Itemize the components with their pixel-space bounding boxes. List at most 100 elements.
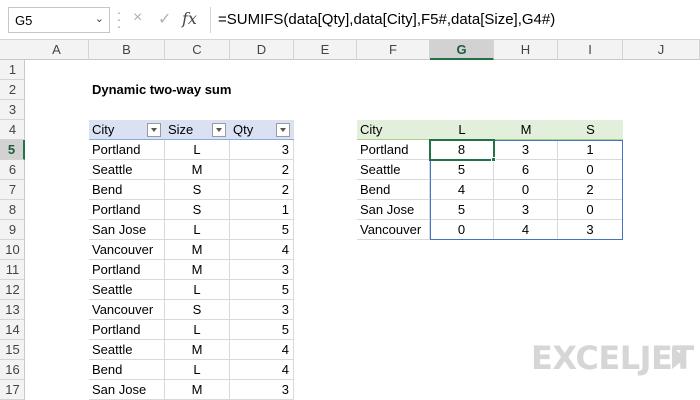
column-header-c[interactable]: C (165, 40, 230, 60)
data-table-cell[interactable]: San Jose (89, 380, 165, 400)
column-header-h[interactable]: H (494, 40, 558, 60)
summary-value-cell[interactable]: 6 (494, 160, 558, 180)
data-table-cell[interactable]: Seattle (89, 160, 165, 180)
summary-value-cell[interactable]: 4 (494, 220, 558, 240)
formula-input[interactable]: =SUMIFS(data[Qty],data[City],F5#,data[Si… (218, 11, 555, 28)
summary-value-cell[interactable]: 3 (494, 200, 558, 220)
data-table-cell[interactable]: 4 (230, 360, 294, 380)
data-table-cell[interactable]: 5 (230, 220, 294, 240)
column-header-i[interactable]: I (558, 40, 623, 60)
data-table-cell[interactable]: M (165, 240, 230, 260)
data-table-cell[interactable]: M (165, 340, 230, 360)
data-table-cell[interactable]: S (165, 180, 230, 200)
data-table-cell[interactable]: 5 (230, 320, 294, 340)
data-table-cell[interactable]: 3 (230, 260, 294, 280)
exceljet-logo: EXCELJET (531, 339, 694, 377)
column-header-a[interactable]: A (25, 40, 89, 60)
data-table-cell[interactable]: L (165, 140, 230, 160)
summary-value-cell[interactable]: 0 (558, 200, 623, 220)
row-header-9[interactable]: 9 (0, 220, 25, 240)
row-header-2[interactable]: 2 (0, 80, 25, 100)
summary-value-cell[interactable]: 8 (430, 140, 494, 160)
data-table-cell[interactable]: Bend (89, 360, 165, 380)
insert-function-icon[interactable]: fx (182, 9, 197, 28)
cancel-icon[interactable]: × (133, 9, 142, 27)
summary-value-cell[interactable]: 0 (494, 180, 558, 200)
row-header-12[interactable]: 12 (0, 280, 25, 300)
column-header-g[interactable]: G (430, 40, 494, 60)
column-header-e[interactable]: E (294, 40, 357, 60)
summary-value-cell[interactable]: 5 (430, 200, 494, 220)
data-table-cell[interactable]: Vancouver (89, 240, 165, 260)
data-table-cell[interactable]: 1 (230, 200, 294, 220)
data-table-cell[interactable]: Portland (89, 200, 165, 220)
data-table-cell[interactable]: San Jose (89, 220, 165, 240)
row-header-10[interactable]: 10 (0, 240, 25, 260)
fill-handle[interactable] (491, 157, 496, 162)
summary-value-cell[interactable]: 0 (558, 160, 623, 180)
data-table-cell[interactable]: Bend (89, 180, 165, 200)
data-table-cell[interactable]: Portland (89, 140, 165, 160)
row-header-11[interactable]: 11 (0, 260, 25, 280)
summary-value-cell[interactable]: 1 (558, 140, 623, 160)
data-table-cell[interactable]: 5 (230, 280, 294, 300)
summary-value-cell[interactable]: 3 (494, 140, 558, 160)
data-table-cell[interactable]: Vancouver (89, 300, 165, 320)
data-table-cell[interactable]: M (165, 160, 230, 180)
row-header-6[interactable]: 6 (0, 160, 25, 180)
summary-city-cell[interactable]: Seattle (357, 160, 430, 180)
row-header-15[interactable]: 15 (0, 340, 25, 360)
row-header-1[interactable]: 1 (0, 60, 25, 80)
summary-city-cell[interactable]: Bend (357, 180, 430, 200)
data-table-cell[interactable]: 4 (230, 240, 294, 260)
summary-value-cell[interactable]: 2 (558, 180, 623, 200)
data-table-cell[interactable]: L (165, 360, 230, 380)
row-header-4[interactable]: 4 (0, 120, 25, 140)
formula-buttons: × ✓ fx (127, 7, 207, 33)
summary-city-cell[interactable]: San Jose (357, 200, 430, 220)
filter-dropdown-icon[interactable] (276, 123, 290, 137)
data-table-cell[interactable]: L (165, 280, 230, 300)
data-table-cell[interactable]: 3 (230, 140, 294, 160)
summary-city-cell[interactable]: Vancouver (357, 220, 430, 240)
data-table-cell[interactable]: L (165, 220, 230, 240)
row-header-7[interactable]: 7 (0, 180, 25, 200)
row-header-14[interactable]: 14 (0, 320, 25, 340)
column-header-b[interactable]: B (89, 40, 165, 60)
name-box[interactable]: G5 ⌄ (8, 7, 110, 33)
column-header-d[interactable]: D (230, 40, 294, 60)
confirm-icon[interactable]: ✓ (158, 9, 171, 29)
data-table-cell[interactable]: 2 (230, 180, 294, 200)
summary-value-cell[interactable]: 0 (430, 220, 494, 240)
data-table-cell[interactable]: L (165, 320, 230, 340)
row-header-16[interactable]: 16 (0, 360, 25, 380)
data-table-cell[interactable]: Seattle (89, 280, 165, 300)
column-header-j[interactable]: J (623, 40, 700, 60)
drag-handle-icon[interactable]: · · · (116, 5, 122, 33)
data-table-cell[interactable]: 2 (230, 160, 294, 180)
row-header-8[interactable]: 8 (0, 200, 25, 220)
formula-bar: G5 ⌄ · · · × ✓ fx =SUMIFS(data[Qty],data[C… (0, 0, 700, 40)
data-table-cell[interactable]: M (165, 380, 230, 400)
data-table-cell[interactable]: Portland (89, 260, 165, 280)
row-header-13[interactable]: 13 (0, 300, 25, 320)
data-table-cell[interactable]: Portland (89, 320, 165, 340)
data-table-cell[interactable]: M (165, 260, 230, 280)
summary-city-cell[interactable]: Portland (357, 140, 430, 160)
data-table-cell[interactable]: S (165, 300, 230, 320)
summary-value-cell[interactable]: 3 (558, 220, 623, 240)
data-table-cell[interactable]: 4 (230, 340, 294, 360)
column-header-f[interactable]: F (357, 40, 430, 60)
summary-value-cell[interactable]: 5 (430, 160, 494, 180)
data-table-cell[interactable]: Seattle (89, 340, 165, 360)
filter-dropdown-icon[interactable] (212, 123, 226, 137)
data-table-cell[interactable]: 3 (230, 380, 294, 400)
summary-value-cell[interactable]: 4 (430, 180, 494, 200)
data-table-cell[interactable]: 3 (230, 300, 294, 320)
chevron-down-icon[interactable]: ⌄ (95, 12, 104, 25)
row-header-3[interactable]: 3 (0, 100, 25, 120)
filter-dropdown-icon[interactable] (147, 123, 161, 137)
row-header-17[interactable]: 17 (0, 380, 25, 400)
data-table-cell[interactable]: S (165, 200, 230, 220)
row-header-5[interactable]: 5 (0, 140, 25, 160)
